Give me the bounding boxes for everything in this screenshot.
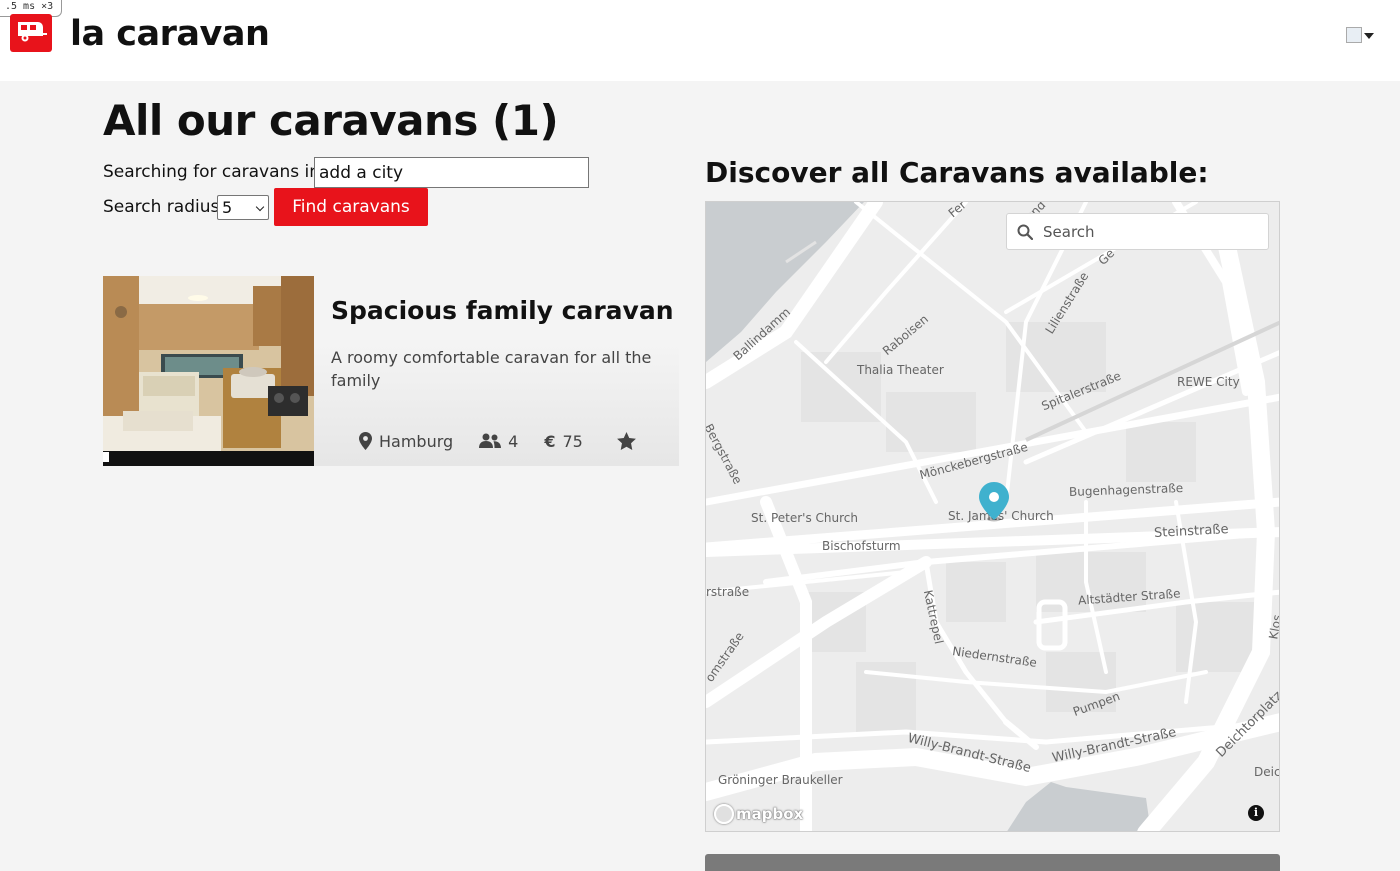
map-label: Bischofsturm bbox=[822, 539, 901, 553]
map-label: rstraße bbox=[706, 585, 750, 599]
map-search-input[interactable] bbox=[1043, 220, 1263, 244]
caravan-card[interactable]: Spacious family caravan A roomy comforta… bbox=[103, 276, 679, 466]
map-label: St. Peter's Church bbox=[751, 511, 858, 525]
caravan-location: Hamburg bbox=[359, 432, 453, 451]
caravan-map-marker[interactable] bbox=[979, 482, 1009, 522]
map-search-box[interactable] bbox=[1006, 213, 1269, 250]
bottom-panel bbox=[705, 854, 1280, 871]
star-icon bbox=[616, 432, 636, 450]
mapbox-icon bbox=[714, 804, 734, 824]
map-pin-icon bbox=[359, 432, 372, 450]
caravan-capacity: 4 bbox=[479, 432, 518, 451]
map-label: REWE City bbox=[1177, 375, 1240, 389]
info-icon[interactable]: i bbox=[1248, 805, 1264, 821]
map-view[interactable]: Fer und Ge Ballindamm Raboisen Lilienstr… bbox=[705, 201, 1280, 832]
find-caravans-button[interactable]: Find caravans bbox=[274, 188, 428, 226]
brand-name[interactable]: la caravan bbox=[70, 14, 270, 54]
caravan-description: A roomy comfortable caravan for all the … bbox=[331, 348, 652, 390]
logo[interactable] bbox=[10, 14, 52, 52]
user-menu[interactable] bbox=[1346, 27, 1374, 45]
city-search-input[interactable] bbox=[314, 157, 589, 188]
search-icon bbox=[1017, 224, 1033, 240]
caravan-meta: Hamburg 4 € 75 bbox=[359, 430, 636, 452]
caravan-capacity-value: 4 bbox=[508, 431, 519, 451]
map-label: Deic bbox=[1254, 765, 1280, 779]
search-radius-label: Search radius bbox=[103, 197, 220, 217]
search-radius-value: 5 bbox=[222, 198, 233, 217]
caravan-price-value: 75 bbox=[562, 431, 583, 451]
chevron-down-icon bbox=[1364, 33, 1374, 39]
search-radius-select[interactable]: 5 bbox=[217, 195, 269, 220]
mapbox-wordmark: mapbox bbox=[736, 805, 804, 823]
caravan-photo[interactable] bbox=[103, 276, 314, 466]
avatar bbox=[1346, 27, 1362, 43]
caravan-title[interactable]: Spacious family caravan bbox=[331, 296, 674, 325]
users-icon bbox=[479, 433, 502, 448]
favorite-button[interactable] bbox=[616, 432, 636, 450]
caravan-city: Hamburg bbox=[379, 431, 454, 451]
map-label: Thalia Theater bbox=[857, 363, 944, 377]
site-header: .5 ms ×3 la caravan bbox=[0, 0, 1400, 81]
caravan-icon bbox=[18, 22, 47, 42]
chevron-down-icon bbox=[255, 202, 265, 212]
city-search-label: Searching for caravans in: bbox=[103, 162, 326, 182]
page-title: All our caravans (1) bbox=[103, 96, 559, 145]
euro-icon: € bbox=[544, 431, 556, 451]
map-title: Discover all Caravans available: bbox=[705, 156, 1209, 189]
mapbox-logo[interactable]: mapbox bbox=[714, 803, 803, 825]
caravan-price: € 75 bbox=[544, 432, 583, 451]
map-label: Gröninger Braukeller bbox=[718, 773, 843, 787]
